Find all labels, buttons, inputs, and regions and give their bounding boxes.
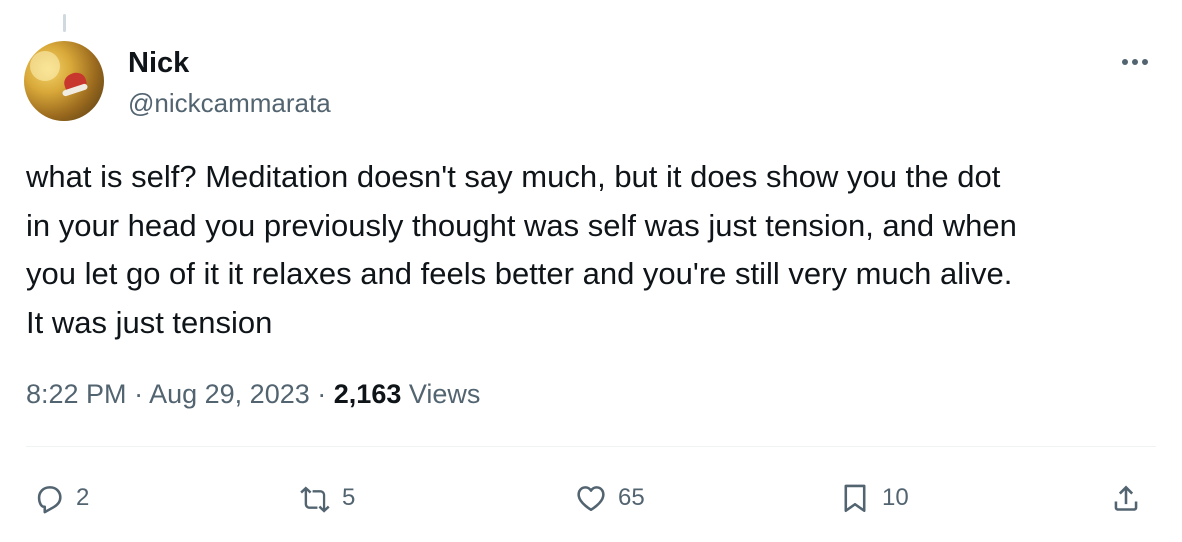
- heart-icon: [577, 486, 605, 512]
- retweet-count: 5: [342, 484, 356, 511]
- avatar[interactable]: [24, 41, 104, 121]
- share-icon: [1114, 485, 1138, 511]
- share-button[interactable]: [1109, 474, 1143, 522]
- reply-icon: [37, 486, 62, 514]
- author-handle[interactable]: @nickcammarata: [128, 87, 331, 119]
- tweet-text-line: It was just tension: [26, 304, 273, 340]
- views-count: 2,163: [333, 379, 402, 409]
- like-button[interactable]: 65: [574, 474, 645, 522]
- bookmark-count: 10: [882, 484, 909, 511]
- more-options-icon[interactable]: [1112, 50, 1158, 74]
- more-dot: [1122, 59, 1128, 65]
- tweet-text-line: what is self? Meditation doesn't say muc…: [26, 159, 1001, 194]
- meta-separator: ·: [317, 379, 327, 409]
- reply-count: 2: [76, 484, 90, 511]
- bookmark-button[interactable]: 10: [838, 474, 909, 522]
- tweet-time[interactable]: 8:22 PM: [26, 379, 127, 409]
- tweet-meta: 8:22 PM · Aug 29, 2023 · 2,163 Views: [26, 376, 480, 412]
- retweet-button[interactable]: 5: [298, 474, 355, 522]
- thread-connector-line: [63, 14, 66, 32]
- bookmark-icon: [844, 484, 866, 513]
- more-dot: [1142, 59, 1148, 65]
- avatar-highlight: [30, 51, 60, 81]
- reply-button[interactable]: 2: [32, 474, 89, 522]
- meta-separator: ·: [134, 379, 144, 409]
- tweet-text-line: you let go of it it relaxes and feels be…: [26, 256, 1013, 291]
- tweet-text: what is self? Meditation doesn't say muc…: [26, 153, 1156, 347]
- tweet-date[interactable]: Aug 29, 2023: [149, 379, 310, 409]
- views-label: Views: [408, 379, 481, 409]
- author-name[interactable]: Nick: [128, 46, 189, 80]
- tweet-actions: 2 5 65 10: [0, 474, 1182, 522]
- like-count: 65: [618, 484, 645, 511]
- more-dot: [1132, 59, 1138, 65]
- divider: [26, 446, 1156, 447]
- retweet-icon: [300, 486, 330, 513]
- tweet-text-line: in your head you previously thought was …: [26, 207, 1017, 243]
